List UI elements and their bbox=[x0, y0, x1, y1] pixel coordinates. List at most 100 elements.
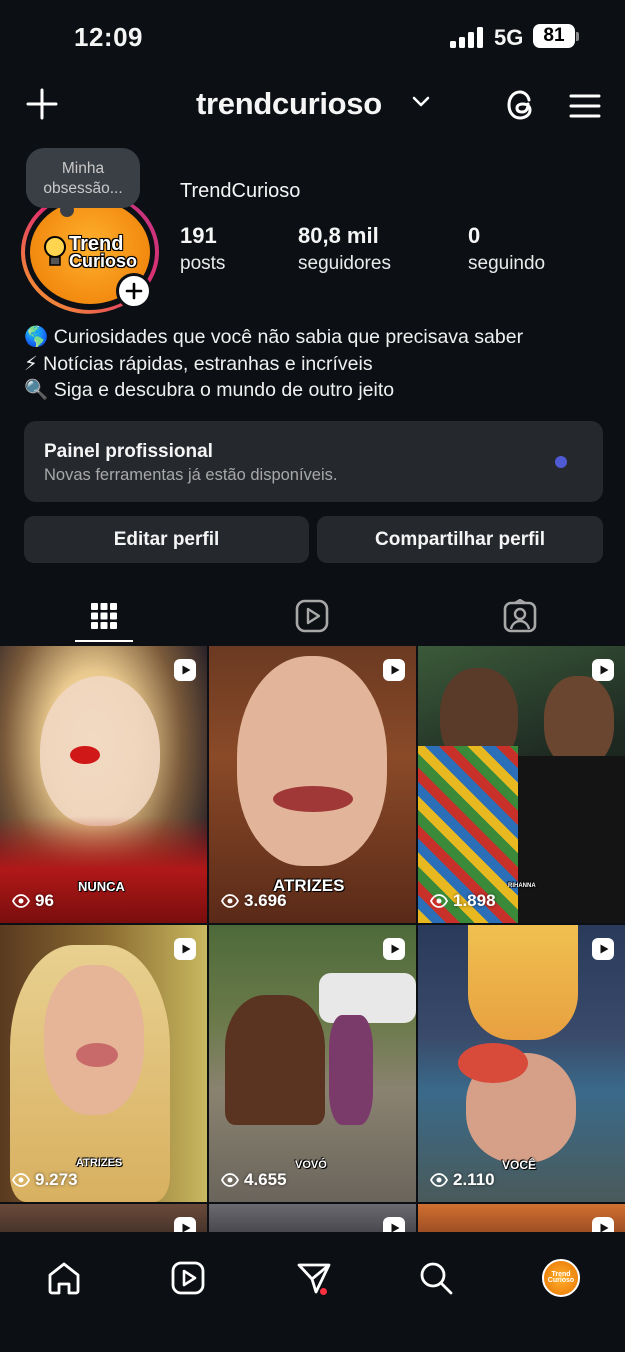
display-name: TrendCurioso bbox=[180, 180, 301, 202]
thumb-horse bbox=[225, 995, 325, 1125]
thumb-caption: RIHANNA bbox=[508, 883, 536, 889]
reels-icon bbox=[171, 1261, 205, 1295]
tab-reels[interactable] bbox=[208, 590, 416, 642]
nav-home[interactable] bbox=[36, 1250, 92, 1306]
thumb-car bbox=[319, 973, 416, 1023]
add-story-button[interactable] bbox=[116, 273, 152, 309]
bio: 🌎 Curiosidades que você não sabia que pr… bbox=[24, 324, 523, 404]
threads-icon[interactable] bbox=[502, 86, 540, 124]
view-count-value: 1.898 bbox=[453, 891, 496, 910]
bio-line: 🔍 Siga e descubra o mundo de outro jeito bbox=[24, 379, 395, 401]
view-count: 1.898 bbox=[430, 891, 496, 911]
status-time: 12:09 bbox=[74, 22, 143, 52]
status-bar: 12:09 5G 81 bbox=[0, 0, 625, 76]
nav-profile[interactable]: Trend Curioso bbox=[533, 1250, 589, 1306]
view-count-value: 2.110 bbox=[453, 1170, 495, 1189]
view-count: 2.110 bbox=[430, 1170, 495, 1190]
thumb-caption: VOCÊ bbox=[502, 1158, 537, 1172]
bio-line: 🌎 Curiosidades que você não sabia que pr… bbox=[24, 326, 524, 348]
search-icon bbox=[420, 1262, 453, 1295]
stat-value: 191 bbox=[180, 223, 217, 248]
thumb-lips bbox=[76, 1043, 118, 1067]
username-title[interactable]: trendcurioso bbox=[196, 86, 382, 122]
eye-icon bbox=[221, 894, 239, 908]
eye-icon bbox=[430, 894, 448, 908]
reel-icon bbox=[592, 659, 614, 681]
thumb-caption: VOVÓ bbox=[295, 1159, 327, 1171]
reel-icon bbox=[383, 659, 405, 681]
tagged-icon bbox=[503, 599, 537, 633]
post-thumbnail[interactable]: ATRIZES 3.696 bbox=[209, 646, 416, 923]
view-count-value: 4.655 bbox=[244, 1170, 287, 1189]
new-indicator-dot bbox=[555, 456, 567, 468]
post-thumbnail[interactable]: NUNCA 96 bbox=[0, 646, 207, 923]
grid-icon bbox=[91, 603, 117, 629]
pro-panel-subtitle: Novas ferramentas já estão disponíveis. bbox=[44, 466, 338, 484]
thumb-lips bbox=[70, 746, 100, 764]
stat-following[interactable]: 0 seguindo bbox=[468, 223, 545, 275]
thumb-face bbox=[544, 676, 614, 768]
reel-icon bbox=[174, 938, 196, 960]
active-tab-indicator bbox=[75, 640, 133, 642]
tab-posts-grid[interactable] bbox=[0, 590, 208, 642]
signal-icon bbox=[450, 26, 484, 48]
create-plus-icon[interactable] bbox=[22, 84, 62, 124]
edit-profile-button[interactable]: Editar perfil bbox=[24, 516, 309, 563]
thumb-caption: NUNCA bbox=[78, 879, 125, 894]
eye-icon bbox=[12, 894, 30, 908]
home-icon bbox=[48, 1262, 80, 1295]
reel-icon bbox=[592, 938, 614, 960]
network-label: 5G bbox=[494, 25, 524, 50]
stat-label: seguindo bbox=[468, 253, 546, 274]
stat-value: 0 bbox=[468, 223, 481, 248]
view-count: 3.696 bbox=[221, 891, 287, 911]
view-count: 9.273 bbox=[12, 1170, 78, 1190]
thumb-coat bbox=[518, 756, 625, 923]
thumb-face bbox=[237, 656, 387, 866]
profile-tabs bbox=[0, 590, 625, 646]
post-thumbnail[interactable]: RIHANNA 1.898 bbox=[418, 646, 625, 923]
view-count-value: 3.696 bbox=[244, 891, 287, 910]
stat-label: seguidores bbox=[298, 253, 391, 274]
bottom-nav: Trend Curioso bbox=[0, 1232, 625, 1352]
stat-posts[interactable]: 191 posts bbox=[180, 223, 225, 275]
reel-icon bbox=[174, 659, 196, 681]
reel-icon bbox=[383, 938, 405, 960]
view-count: 96 bbox=[12, 891, 54, 911]
thumb-person bbox=[329, 1015, 373, 1125]
notification-dot bbox=[320, 1288, 327, 1295]
thumb-caption: ATRIZES bbox=[76, 1157, 123, 1169]
thumb-hair-red bbox=[458, 1043, 528, 1083]
post-thumbnail[interactable]: ATRIZES 9.273 bbox=[0, 925, 207, 1202]
thumb-face bbox=[44, 965, 144, 1115]
lightbulb-icon bbox=[43, 236, 66, 266]
stat-followers[interactable]: 80,8 mil seguidores bbox=[298, 223, 391, 275]
eye-icon bbox=[430, 1173, 448, 1187]
view-count: 4.655 bbox=[221, 1170, 287, 1190]
bio-line: ⚡ Notícias rápidas, estranhas e incrívei… bbox=[24, 352, 373, 375]
battery-tip bbox=[576, 32, 579, 41]
logo-line-2: Curioso bbox=[68, 250, 137, 271]
view-count-value: 96 bbox=[35, 891, 54, 910]
profile-avatar-icon: Trend Curioso bbox=[542, 1259, 580, 1297]
logo-line-2: Curioso bbox=[547, 1277, 575, 1284]
share-profile-button[interactable]: Compartilhar perfil bbox=[317, 516, 603, 563]
thumb-hair bbox=[468, 925, 578, 1040]
professional-dashboard[interactable]: Painel profissional Novas ferramentas já… bbox=[24, 421, 603, 502]
eye-icon bbox=[12, 1173, 30, 1187]
note-bubble[interactable]: Minha obsessão... bbox=[26, 148, 140, 217]
menu-icon[interactable] bbox=[566, 88, 604, 124]
post-thumbnail[interactable]: VOCÊ 2.110 bbox=[418, 925, 625, 1202]
nav-messages[interactable] bbox=[286, 1250, 342, 1306]
posts-grid: NUNCA 96 ATRIZES 3.696 RIHANNA 1.898 ATR… bbox=[0, 646, 625, 1236]
tab-tagged[interactable] bbox=[416, 590, 624, 642]
thumb-mouth bbox=[273, 786, 353, 812]
chevron-down-icon[interactable] bbox=[412, 95, 430, 113]
profile-header: trendcurioso bbox=[0, 76, 625, 138]
thumb-face bbox=[40, 676, 160, 826]
view-count-value: 9.273 bbox=[35, 1170, 78, 1189]
nav-search[interactable] bbox=[408, 1250, 464, 1306]
nav-reels[interactable] bbox=[160, 1250, 216, 1306]
post-thumbnail[interactable]: VOVÓ 4.655 bbox=[209, 925, 416, 1202]
stat-value: 80,8 mil bbox=[298, 223, 379, 248]
